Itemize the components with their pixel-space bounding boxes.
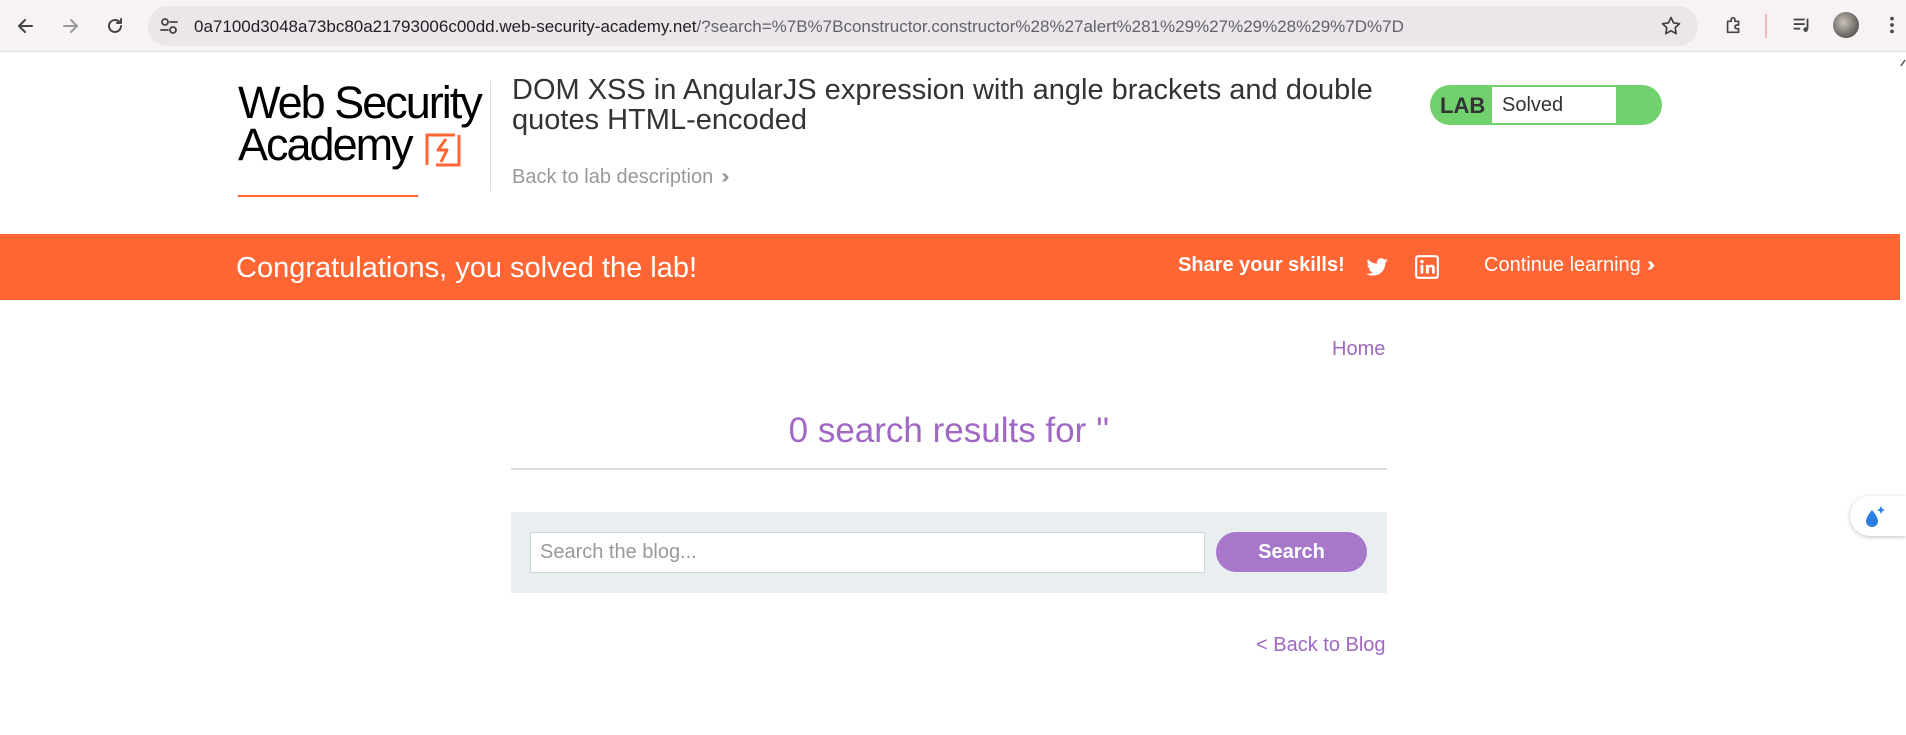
- address-bar[interactable]: 0a7100d3048a73bc80a21793006c00dd.web-sec…: [148, 6, 1698, 46]
- ai-helper-button[interactable]: [1850, 496, 1906, 536]
- browser-menu-button[interactable]: [1880, 13, 1904, 37]
- extensions-icon: [1726, 16, 1740, 34]
- extensions-button[interactable]: [1722, 13, 1746, 37]
- share-skills-label: Share your skills!: [1178, 254, 1345, 276]
- double-chevron-right-icon: ››: [721, 166, 730, 188]
- reload-icon: [108, 18, 122, 33]
- twitter-icon[interactable]: [1364, 254, 1390, 280]
- search-results-heading: 0 search results for '': [788, 411, 1110, 450]
- kebab-menu-icon: [1890, 16, 1894, 34]
- back-to-blog-link[interactable]: < Back to Blog: [1256, 634, 1386, 657]
- search-button[interactable]: Search: [1216, 532, 1367, 572]
- site-settings-icon[interactable]: [158, 15, 180, 37]
- url-text: 0a7100d3048a73bc80a21793006c00dd.web-sec…: [194, 17, 1404, 37]
- logo-line2: Academy: [238, 119, 414, 170]
- heading-divider: [511, 468, 1387, 470]
- lab-header: Web Security Academy DOM XSS in AngularJ…: [0, 53, 1906, 234]
- double-chevron-right-icon: ››: [1646, 254, 1656, 276]
- reload-button[interactable]: [101, 12, 129, 40]
- web-security-academy-logo[interactable]: Web Security Academy: [238, 80, 488, 197]
- ai-helper-icon: [1866, 506, 1885, 527]
- profile-avatar[interactable]: [1833, 12, 1859, 38]
- lab-title: DOM XSS in AngularJS expression with ang…: [512, 74, 1373, 136]
- search-input[interactable]: [530, 532, 1205, 573]
- media-control-button[interactable]: [1790, 13, 1814, 37]
- home-link[interactable]: Home: [1332, 338, 1385, 361]
- forward-arrow-icon: [63, 19, 78, 33]
- lab-solved-banner: Congratulations, you solved the lab! Sha…: [0, 234, 1900, 300]
- header-divider: [490, 81, 491, 191]
- lab-status-text: Solved: [1502, 94, 1564, 116]
- url-path: /?search=%7B%7Bconstructor.constructor%2…: [696, 17, 1404, 36]
- toolbar-separator: [1765, 14, 1767, 38]
- back-button[interactable]: [12, 12, 40, 40]
- url-host: 0a7100d3048a73bc80a21793006c00dd.web-sec…: [194, 17, 697, 36]
- forward-button[interactable]: [56, 12, 84, 40]
- scrollbar-arrow-icon[interactable]: [1900, 58, 1906, 68]
- lab-badge-label: LAB: [1440, 93, 1486, 118]
- congratulations-message: Congratulations, you solved the lab!: [236, 252, 698, 284]
- browser-toolbar: 0a7100d3048a73bc80a21793006c00dd.web-sec…: [0, 0, 1906, 52]
- back-to-lab-description-link[interactable]: Back to lab description ››: [512, 166, 730, 189]
- back-arrow-icon: [18, 19, 33, 33]
- continue-learning-label: Continue learning: [1484, 254, 1641, 276]
- lab-status-badge: LAB Solved: [1430, 85, 1662, 125]
- back-to-lab-description-label: Back to lab description: [512, 166, 714, 188]
- logo-underline: [238, 195, 418, 197]
- linkedin-icon[interactable]: [1414, 254, 1440, 280]
- media-control-icon: [1793, 18, 1809, 32]
- continue-learning-link[interactable]: Continue learning ››: [1484, 254, 1656, 277]
- bookmark-star-icon[interactable]: [1660, 15, 1682, 37]
- academy-lightning-icon: [425, 133, 461, 167]
- search-form: Search: [511, 512, 1387, 593]
